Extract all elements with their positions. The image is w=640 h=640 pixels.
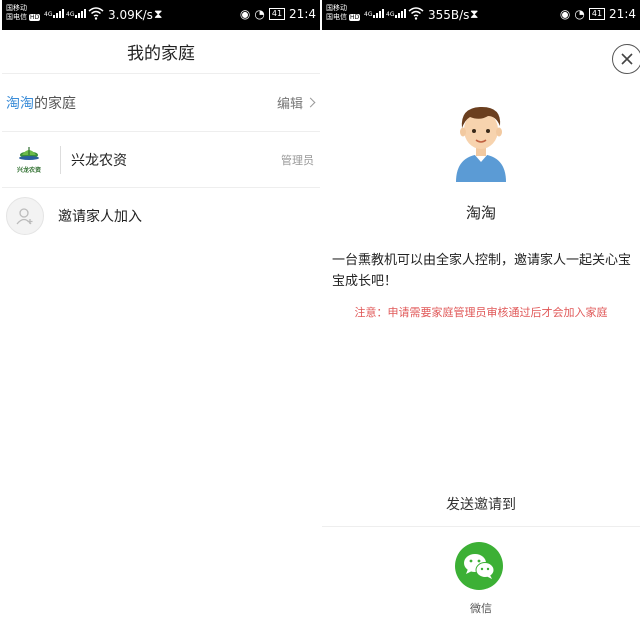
username: 淘淘 <box>465 204 496 222</box>
family-name: 淘淘的家庭 <box>6 93 76 113</box>
hourglass-icon: ⧗ <box>154 7 163 21</box>
network-type-2: 4G <box>386 11 395 18</box>
chevron-right-icon <box>305 97 316 108</box>
family-screen: 国移动 国电信 HD 4G 4G 3.09K/s ⧗ ◉ ◔ 41 21:4 我的… <box>2 0 320 640</box>
eye-icon: ◉ <box>559 7 571 21</box>
hd-badge: HD <box>349 14 361 21</box>
member-logo-text: 兴龙农资 <box>16 166 41 174</box>
invite-family-row[interactable]: 邀请家人加入 <box>2 188 320 244</box>
status-bar: 国移动 国电信 HD 4G 4G 355B/s ⧗ ◉ ◔ 41 21:4 <box>322 0 640 30</box>
add-user-icon <box>6 197 44 235</box>
divider <box>322 526 640 527</box>
edit-button[interactable]: 编辑 <box>276 93 316 112</box>
network-type-1: 4G <box>44 11 53 18</box>
family-name-suffix: 的家庭 <box>34 95 76 112</box>
network-speed: 355B/s <box>428 8 470 22</box>
invite-description: 一台熏教机可以由全家人控制，邀请家人一起关心宝宝成长吧！ <box>332 253 632 289</box>
battery-icon: 41 <box>588 8 606 20</box>
clock-time: 21:4 <box>609 7 636 21</box>
family-header-row: 淘淘的家庭 编辑 <box>2 74 320 132</box>
wechat-share-button[interactable] <box>455 542 503 590</box>
carrier-2: 国电信 <box>326 13 347 21</box>
member-logo: 兴龙农资 <box>10 141 48 179</box>
member-role-badge: 管理员 <box>281 153 314 167</box>
signal-2-icon: 4G <box>386 9 407 18</box>
signal-2-icon: 4G <box>66 9 87 18</box>
send-invite-label: 发送邀请到 <box>446 497 516 513</box>
speedometer-icon: ◔ <box>574 7 585 21</box>
boy-avatar-icon <box>456 106 506 182</box>
signal-1-icon: 4G <box>44 9 65 18</box>
wifi-icon <box>88 7 104 20</box>
speedometer-icon: ◔ <box>254 7 265 21</box>
network-type-2: 4G <box>66 11 75 18</box>
eye-icon: ◉ <box>239 7 251 21</box>
page-title: 我的家庭 <box>2 30 320 74</box>
family-owner-name[interactable]: 淘淘 <box>6 96 34 112</box>
admin-approval-notice: 注意：申请需要家庭管理员审核通过后才会加入家庭 <box>354 306 608 319</box>
member-row[interactable]: 兴龙农资 兴龙农资 管理员 <box>2 132 320 188</box>
wechat-icon <box>464 554 495 579</box>
carrier-info: 国移动 国电信 HD <box>6 4 41 22</box>
close-button[interactable] <box>612 44 640 74</box>
carrier-info: 国移动 国电信 HD <box>326 4 361 22</box>
battery-icon: 41 <box>268 8 286 20</box>
carrier-1: 国移动 <box>6 4 27 12</box>
network-type-1: 4G <box>364 11 373 18</box>
network-speed: 3.09K/s <box>108 8 153 22</box>
close-icon <box>621 53 633 65</box>
signal-1-icon: 4G <box>364 9 385 18</box>
invite-screen: 国移动 国电信 HD 4G 4G 355B/s ⧗ ◉ ◔ 41 21:4 淘淘… <box>322 0 640 640</box>
member-name: 兴龙农资 <box>71 152 127 169</box>
user-avatar <box>450 100 512 182</box>
wechat-label: 微信 <box>470 602 492 615</box>
carrier-2: 国电信 <box>6 13 27 21</box>
hd-badge: HD <box>29 14 41 21</box>
clock-time: 21:4 <box>289 7 316 21</box>
invite-family-label: 邀请家人加入 <box>58 209 142 225</box>
status-right-group: ◉ ◔ 41 21:4 <box>240 7 316 21</box>
edit-label: 编辑 <box>276 97 303 112</box>
status-right-group: ◉ ◔ 41 21:4 <box>560 7 636 21</box>
logo-divider <box>60 145 61 174</box>
status-bar: 国移动 国电信 HD 4G 4G 3.09K/s ⧗ ◉ ◔ 41 21:4 <box>2 0 320 30</box>
hourglass-icon: ⧗ <box>470 7 479 21</box>
wifi-icon <box>408 7 424 20</box>
carrier-1: 国移动 <box>326 4 347 12</box>
